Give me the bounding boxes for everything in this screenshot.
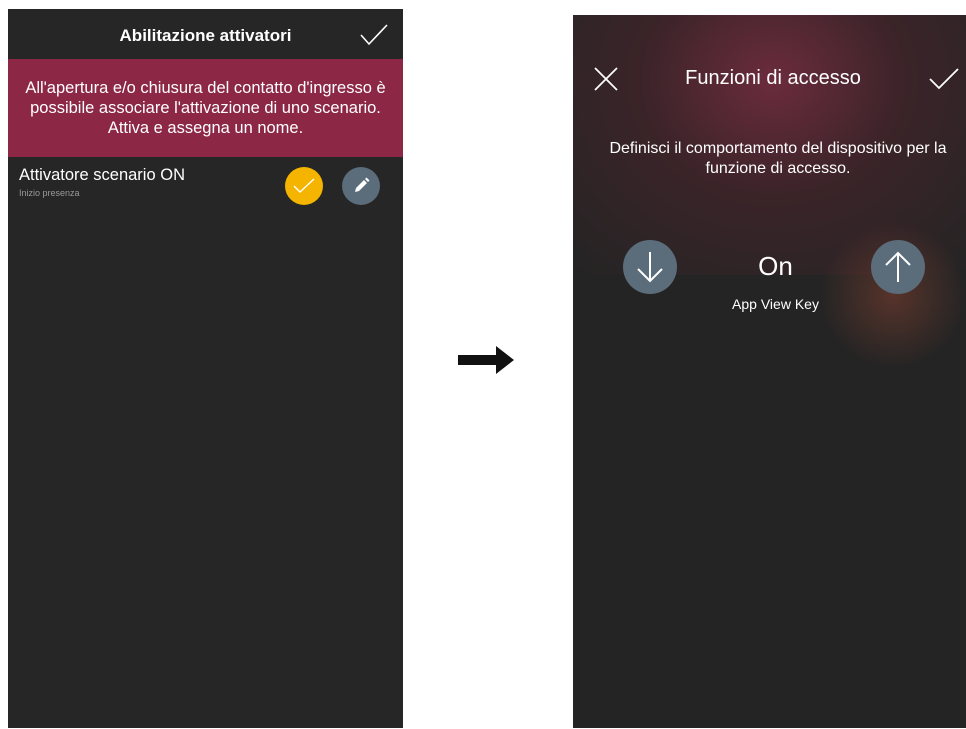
edit-name-button[interactable] — [342, 167, 380, 205]
right-screen: Funzioni di accesso Definisci il comport… — [573, 15, 966, 728]
left-header: Abilitazione attivatori — [8, 9, 403, 59]
arrow-up-icon — [885, 251, 911, 282]
right-page-title: Funzioni di accesso — [685, 67, 861, 89]
enable-toggle-button[interactable] — [285, 167, 323, 205]
confirm-check-icon[interactable] — [928, 67, 960, 91]
left-screen: Abilitazione attivatori All'apertura e/o… — [8, 9, 403, 728]
state-label: App View Key — [732, 296, 819, 312]
left-page-title: Abilitazione attivatori — [119, 26, 292, 45]
next-option-button[interactable] — [871, 240, 925, 294]
right-arrow-icon — [458, 346, 514, 374]
background-glow-accent — [813, 215, 966, 375]
confirm-check-icon[interactable] — [359, 23, 389, 47]
description-text: Definisci il comportamento del dispositi… — [609, 140, 947, 177]
info-banner: All'apertura e/o chiusura del contatto d… — [8, 59, 403, 157]
pencil-icon — [355, 177, 370, 192]
check-icon — [293, 178, 315, 193]
list-item: Attivatore scenario ON Inizio presenza — [8, 157, 403, 221]
